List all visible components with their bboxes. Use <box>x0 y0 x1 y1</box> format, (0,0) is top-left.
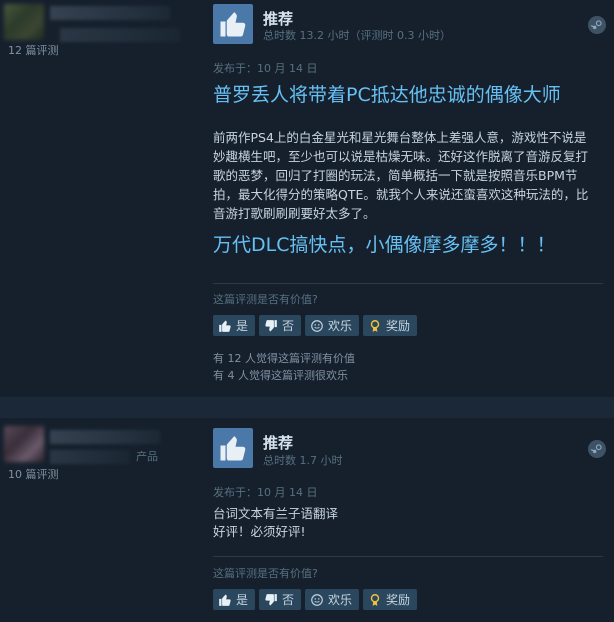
funny-count: 有 4 人觉得这篇评测很欢乐 <box>213 369 348 382</box>
vote-yes-button[interactable]: 是 <box>213 589 256 610</box>
recommendation-label: 推荐 <box>263 10 294 28</box>
thumbs-down-icon <box>265 593 277 606</box>
reviewer-info: 12 篇评测 <box>0 0 200 397</box>
avatar[interactable] <box>4 426 44 462</box>
thumbs-down-icon <box>265 319 277 332</box>
divider <box>213 283 603 284</box>
vote-no-label: 否 <box>282 319 295 333</box>
steam-icon[interactable] <box>588 440 606 458</box>
award-button[interactable]: 奖励 <box>363 315 418 336</box>
vote-funny-label: 欢乐 <box>328 593 353 607</box>
award-label: 奖励 <box>386 593 411 607</box>
review-count[interactable]: 10 篇评测 <box>8 466 59 482</box>
thumbs-up-icon <box>219 593 231 606</box>
reviewer-info: 产品 10 篇评测 <box>0 418 200 622</box>
vote-buttons: 是 否 欢乐 奖励 <box>213 589 418 610</box>
helpful-question: 这篇评测是否有价值? <box>213 567 318 580</box>
review-closing: 万代DLC搞快点，小偶像摩多摩多！！！ <box>213 234 556 256</box>
playtime-hours: 总时数 1.7 小时 <box>263 454 343 467</box>
vote-yes-label: 是 <box>236 319 249 333</box>
posted-date: 发布于：10 月 14 日 <box>213 486 318 499</box>
review-separator <box>0 397 614 418</box>
award-icon <box>370 593 380 606</box>
thumbs-up-icon <box>213 428 253 468</box>
recommendation-label: 推荐 <box>263 434 294 452</box>
smiley-icon <box>311 319 323 332</box>
smiley-icon <box>311 593 323 606</box>
review-count[interactable]: 12 篇评测 <box>8 42 59 58</box>
vote-funny-button[interactable]: 欢乐 <box>305 589 360 610</box>
steam-icon[interactable] <box>588 16 606 34</box>
thumbs-up-icon <box>219 319 231 332</box>
vote-no-label: 否 <box>282 593 295 607</box>
thumbs-up-icon <box>213 4 253 44</box>
vote-funny-label: 欢乐 <box>328 319 353 333</box>
vote-no-button[interactable]: 否 <box>259 315 302 336</box>
vote-buttons: 是 否 欢乐 奖励 <box>213 315 418 336</box>
vote-no-button[interactable]: 否 <box>259 589 302 610</box>
reviewer-name-line2 <box>50 450 130 464</box>
avatar[interactable] <box>4 4 44 40</box>
award-button[interactable]: 奖励 <box>363 589 418 610</box>
helpful-question: 这篇评测是否有价值? <box>213 293 318 306</box>
review-card: 12 篇评测 推荐 总时数 13.2 小时（评测时 0.3 小时） 发布于：10… <box>0 0 614 397</box>
reviewer-name[interactable] <box>50 430 160 444</box>
reviewer-product-count: 产品 <box>136 450 158 463</box>
helpful-count: 有 12 人觉得这篇评测有价值 <box>213 352 355 365</box>
divider <box>213 556 603 557</box>
posted-date: 发布于：10 月 14 日 <box>213 62 318 75</box>
review-headline: 普罗丢人将带着PC抵达他忠诚的偶像大师 <box>213 84 561 106</box>
award-icon <box>370 319 380 332</box>
review-body: 前两作PS4上的白金星光和星光舞台整体上差强人意，游戏性不说是妙趣横生吧，至少也… <box>213 130 589 221</box>
review-body-line2: 好评！必须好评! <box>213 524 306 539</box>
vote-stats: 有 12 人觉得这篇评测有价值 有 4 人觉得这篇评测很欢乐 <box>213 350 355 384</box>
review-card: 产品 10 篇评测 推荐 总时数 1.7 小时 发布于：10 月 14 日 台词… <box>0 418 614 622</box>
award-label: 奖励 <box>386 319 411 333</box>
vote-funny-button[interactable]: 欢乐 <box>305 315 360 336</box>
review-body-line1: 台词文本有兰子语翻译 <box>213 506 339 521</box>
playtime-hours: 总时数 13.2 小时（评测时 0.3 小时） <box>263 29 451 42</box>
vote-yes-label: 是 <box>236 593 249 607</box>
reviewer-name-line2 <box>60 28 180 42</box>
vote-yes-button[interactable]: 是 <box>213 315 256 336</box>
reviewer-name[interactable] <box>50 6 170 20</box>
